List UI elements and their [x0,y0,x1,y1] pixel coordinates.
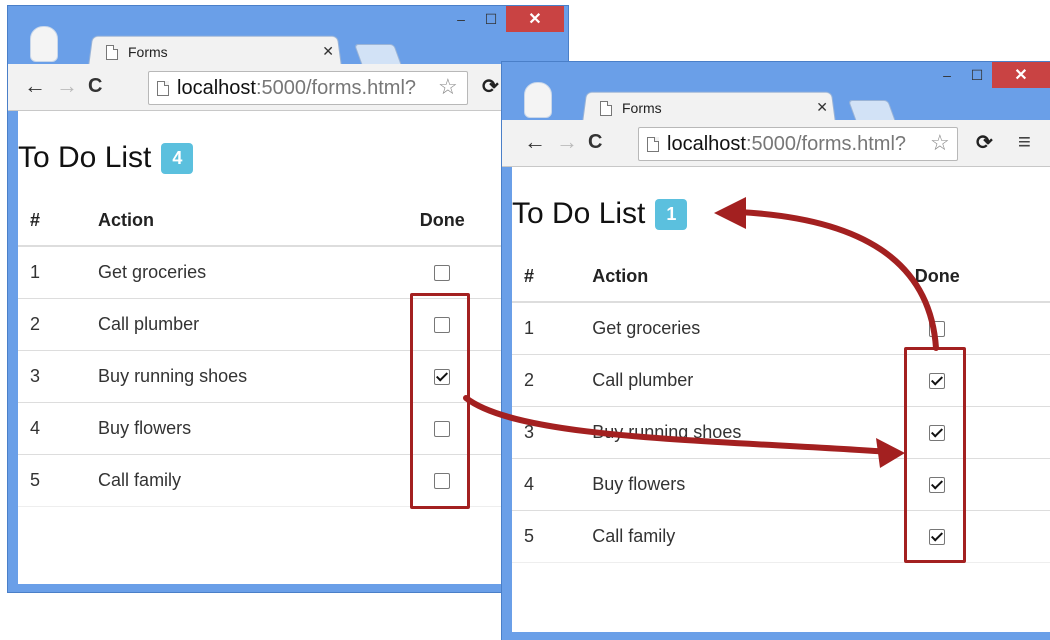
row-action: Call family [592,510,915,563]
new-tab-button[interactable] [353,44,403,66]
highlight-box-after [904,347,966,563]
forward-button[interactable]: → [556,131,578,153]
address-bar[interactable]: localhost:5000/forms.html? [638,127,958,161]
table-row: 1 Get groceries [18,245,518,299]
url-host: localhost [667,132,746,155]
highlight-box-before [410,293,470,509]
forward-button[interactable]: → [56,75,78,97]
row-action: Buy flowers [592,458,915,511]
col-header-num: # [18,195,99,247]
close-window-button[interactable]: ✕ [506,6,564,32]
page-icon [106,44,118,60]
row-action: Buy flowers [98,402,420,455]
row-action: Buy running shoes [98,350,420,403]
row-action: Call plumber [592,354,915,407]
col-header-action: Action [592,251,915,303]
row-num: 3 [512,406,593,459]
row-num: 1 [512,301,593,355]
profile-avatar-icon[interactable] [524,82,552,118]
new-tab-button[interactable] [847,100,897,122]
url-path: :5000/forms.html? [255,76,417,99]
window-controls: – ☐ ✕ [446,6,564,32]
count-badge: 4 [161,142,194,174]
address-bar[interactable]: localhost:5000/forms.html? [148,71,468,105]
count-badge: 1 [655,198,688,230]
col-header-done: Done [914,251,1050,303]
row-num: 5 [512,510,593,563]
browser-window-before: Forms ✕ – ☐ ✕ ← → C localhost:5000/forms… [8,6,568,592]
col-header-action: Action [98,195,420,247]
page-content: To Do List 1 # Action Done 1 Get groceri… [512,167,1050,632]
tab-close-icon[interactable]: ✕ [322,43,334,60]
url-path: :5000/forms.html? [745,132,907,155]
window-controls: – ☐ ✕ [932,62,1050,88]
tab-close-icon[interactable]: ✕ [816,99,828,116]
back-button[interactable]: ← [24,75,46,97]
table-row: 4 Buy flowers [512,458,1050,511]
page-icon [600,100,612,116]
row-action: Call plumber [98,298,420,351]
page-content: To Do List 4 # Action Done 1 Get groceri… [18,111,560,584]
page-heading: To Do List 4 [18,141,194,175]
row-num: 1 [18,245,99,299]
todo-table: # Action Done 1 Get groceries 2 Call plu… [512,251,1050,563]
browser-window-after: Forms ✕ – ☐ ✕ ← → C localhost:5000/forms… [502,62,1050,640]
extension-icon[interactable]: ⟳ [976,130,993,155]
bookmark-star-icon[interactable]: ☆ [930,130,950,156]
menu-icon[interactable]: ≡ [1018,129,1031,155]
tab-title: Forms [622,100,662,116]
row-action: Call family [98,454,420,507]
maximize-button[interactable]: ☐ [476,6,506,32]
back-button[interactable]: ← [524,131,546,153]
row-num: 3 [18,350,99,403]
table-row: 1 Get groceries [512,301,1050,355]
browser-toolbar: ← → C localhost:5000/forms.html? ☆ ⟳ [8,64,568,111]
row-action: Get groceries [592,301,915,355]
table-row: 3 Buy running shoes [512,406,1050,459]
reload-button[interactable]: C [88,76,102,96]
page-heading: To Do List 1 [512,197,688,231]
row-num: 5 [18,454,99,507]
done-checkbox[interactable] [433,265,450,282]
row-num: 2 [512,354,593,407]
minimize-button[interactable]: – [446,6,476,32]
done-checkbox[interactable] [928,321,945,338]
row-num: 4 [18,402,99,455]
bookmark-star-icon[interactable]: ☆ [438,74,458,100]
page-title: To Do List [512,197,646,230]
table-row: 2 Call plumber [512,354,1050,407]
profile-avatar-icon[interactable] [30,26,58,62]
title-bar: Forms ✕ – ☐ ✕ [8,6,568,67]
url-host: localhost [177,76,256,99]
tab-forms-content[interactable]: Forms ✕ [594,94,834,122]
reload-button[interactable]: C [588,132,602,152]
page-icon [157,80,169,96]
minimize-button[interactable]: – [932,62,962,88]
row-num: 4 [512,458,593,511]
page-icon [647,136,659,152]
row-num: 2 [18,298,99,351]
close-window-button[interactable]: ✕ [992,62,1050,88]
tab-forms-content[interactable]: Forms ✕ [100,38,340,66]
page-title: To Do List [18,141,152,174]
row-action: Get groceries [98,245,420,299]
col-header-num: # [512,251,593,303]
extension-icon[interactable]: ⟳ [482,74,499,99]
row-action: Buy running shoes [592,406,915,459]
tab-title: Forms [128,44,168,60]
browser-toolbar: ← → C localhost:5000/forms.html? ☆ ⟳ ≡ [502,120,1050,167]
title-bar: Forms ✕ – ☐ ✕ [502,62,1050,123]
table-row: 5 Call family [512,510,1050,563]
maximize-button[interactable]: ☐ [962,62,992,88]
